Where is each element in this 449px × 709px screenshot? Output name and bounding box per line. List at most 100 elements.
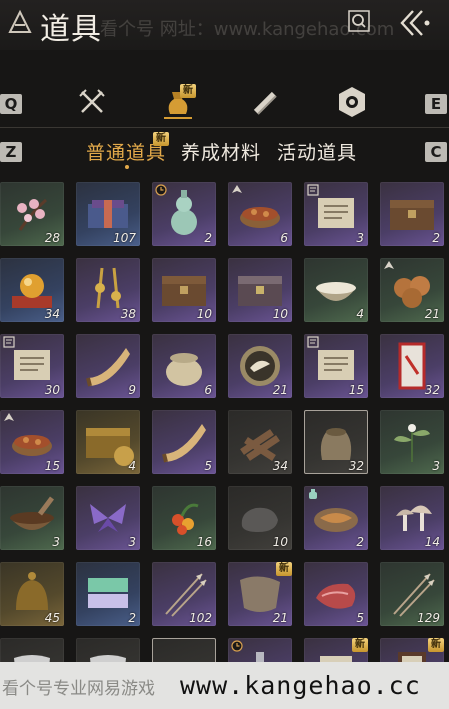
item-slot[interactable]: 2 xyxy=(152,182,216,246)
item-count: 2 xyxy=(204,231,212,245)
timer-icon xyxy=(155,184,167,196)
item-slot[interactable]: 新 21 xyxy=(228,562,292,626)
new-tag: 新 xyxy=(180,84,196,98)
key-q-hint[interactable]: Q xyxy=(0,94,22,114)
item-slot[interactable]: 5 xyxy=(152,410,216,474)
item-slot[interactable]: 45 xyxy=(0,562,64,626)
item-slot[interactable]: 34 xyxy=(228,410,292,474)
item-slot[interactable]: 28 xyxy=(0,182,64,246)
arrow-icon xyxy=(4,413,14,421)
key-z-hint[interactable]: Z xyxy=(0,142,22,162)
page-icon xyxy=(307,336,319,348)
search-icon[interactable] xyxy=(348,10,370,32)
item-slot[interactable] xyxy=(152,638,216,662)
item-slot[interactable]: 2 xyxy=(76,562,140,626)
new-tag: 新 xyxy=(428,638,444,652)
watermark-banner: 看个号专业网易游戏 www.kangehao.cc xyxy=(0,662,449,709)
item-slot[interactable]: 21 xyxy=(228,334,292,398)
item-slot[interactable]: 129 xyxy=(380,562,444,626)
item-slot[interactable]: 107 xyxy=(76,182,140,246)
item-count: 34 xyxy=(44,307,60,321)
active-tab-indicator xyxy=(125,165,129,169)
item-slot[interactable]: 10 xyxy=(152,258,216,322)
emblem-icon[interactable] xyxy=(334,84,370,120)
item-slot[interactable]: 32 xyxy=(380,334,444,398)
item-count: 4 xyxy=(128,459,136,473)
item-slot[interactable]: 2 xyxy=(304,486,368,550)
scroll-icon[interactable] xyxy=(248,84,284,120)
item-slot[interactable]: 3 xyxy=(380,410,444,474)
item-slot[interactable]: 4 xyxy=(76,410,140,474)
item-slot[interactable]: 30 xyxy=(0,334,64,398)
item-slot[interactable]: 6 xyxy=(228,182,292,246)
item-slot[interactable]: 10 xyxy=(228,258,292,322)
item-count: 32 xyxy=(424,383,440,397)
item-slot[interactable]: 3 xyxy=(76,486,140,550)
top-bar: 道具 看个号 网址：www.kangehao.com xyxy=(0,0,449,50)
item-count: 3 xyxy=(432,459,440,473)
back-icon[interactable] xyxy=(396,6,432,40)
item-slot[interactable]: 16 xyxy=(152,486,216,550)
item-slot[interactable]: 3 xyxy=(304,182,368,246)
item-count: 38 xyxy=(120,307,136,321)
item-slot[interactable]: 32 xyxy=(304,410,368,474)
item-slot[interactable]: 34 xyxy=(0,258,64,322)
item-count: 129 xyxy=(417,611,440,625)
item-slot[interactable]: 21 xyxy=(380,258,444,322)
bundle-icon xyxy=(152,638,216,662)
item-slot[interactable]: 2 xyxy=(380,182,444,246)
weapons-icon[interactable] xyxy=(74,84,110,120)
key-c-hint[interactable]: C xyxy=(425,142,447,162)
item-slot[interactable]: 5 xyxy=(304,562,368,626)
item-slot[interactable]: 新 xyxy=(380,638,444,662)
divider xyxy=(0,127,449,128)
item-slot[interactable]: 3 xyxy=(0,486,64,550)
item-slot[interactable]: 14 xyxy=(380,486,444,550)
item-count: 2 xyxy=(128,611,136,625)
arrow-icon xyxy=(384,261,394,269)
new-tag: 新 xyxy=(276,562,292,576)
item-count: 15 xyxy=(348,383,364,397)
tab-event-items[interactable]: 活动道具 xyxy=(277,138,357,165)
watermark-caption: 看个号专业网易游戏 xyxy=(2,679,155,699)
item-count: 10 xyxy=(272,307,288,321)
item-slot[interactable]: 38 xyxy=(76,258,140,322)
item-count: 14 xyxy=(424,535,440,549)
item-count: 107 xyxy=(113,231,136,245)
timer-icon xyxy=(231,640,243,652)
item-count: 45 xyxy=(44,611,60,625)
key-e-hint[interactable]: E xyxy=(425,94,447,114)
item-slot[interactable]: 新 xyxy=(304,638,368,662)
item-count: 3 xyxy=(128,535,136,549)
item-count: 102 xyxy=(189,611,212,625)
item-slot[interactable]: 10 xyxy=(228,486,292,550)
item-count: 10 xyxy=(196,307,212,321)
item-grid: 28 107 2 6 3 2 34 38 10 10 4 21 30 9 6 21 15 32 15 4 5 34 32 3 3… xyxy=(0,182,449,662)
item-count: 6 xyxy=(204,383,212,397)
item-count: 6 xyxy=(280,231,288,245)
item-slot[interactable]: 15 xyxy=(304,334,368,398)
watermark-url: www.kangehao.cc xyxy=(180,671,421,700)
new-tag: 新 xyxy=(352,638,368,652)
item-slot[interactable] xyxy=(0,638,64,662)
bag-title-icon xyxy=(8,9,32,33)
item-slot[interactable]: 102 xyxy=(152,562,216,626)
item-slot[interactable] xyxy=(228,638,292,662)
page-icon xyxy=(3,336,15,348)
item-count: 2 xyxy=(432,231,440,245)
tab-upgrade-materials[interactable]: 养成材料 xyxy=(181,138,261,165)
item-count: 34 xyxy=(272,459,288,473)
item-count: 4 xyxy=(356,307,364,321)
page-title: 道具 xyxy=(40,12,102,47)
item-slot[interactable]: 4 xyxy=(304,258,368,322)
item-slot[interactable] xyxy=(76,638,140,662)
item-slot[interactable]: 6 xyxy=(152,334,216,398)
item-count: 3 xyxy=(356,231,364,245)
subtab-bar: Z 普通道具 新 养成材料 活动道具 C xyxy=(0,132,449,172)
cloth-icon xyxy=(90,655,126,662)
item-count: 3 xyxy=(52,535,60,549)
item-slot[interactable]: 15 xyxy=(0,410,64,474)
item-count: 30 xyxy=(44,383,60,397)
item-slot[interactable]: 9 xyxy=(76,334,140,398)
item-count: 2 xyxy=(356,535,364,549)
